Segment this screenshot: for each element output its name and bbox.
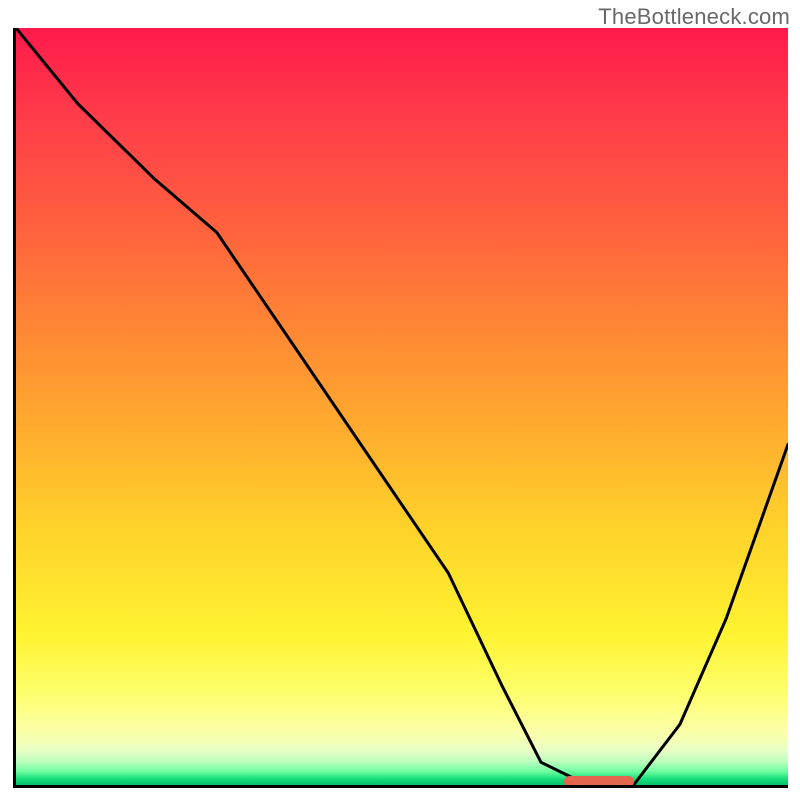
plot-area: [13, 28, 788, 788]
chart-stage: TheBottleneck.com: [0, 0, 800, 800]
watermark-text: TheBottleneck.com: [598, 4, 790, 30]
bottleneck-curve: [16, 28, 788, 785]
sweet-spot-marker: [564, 776, 633, 787]
